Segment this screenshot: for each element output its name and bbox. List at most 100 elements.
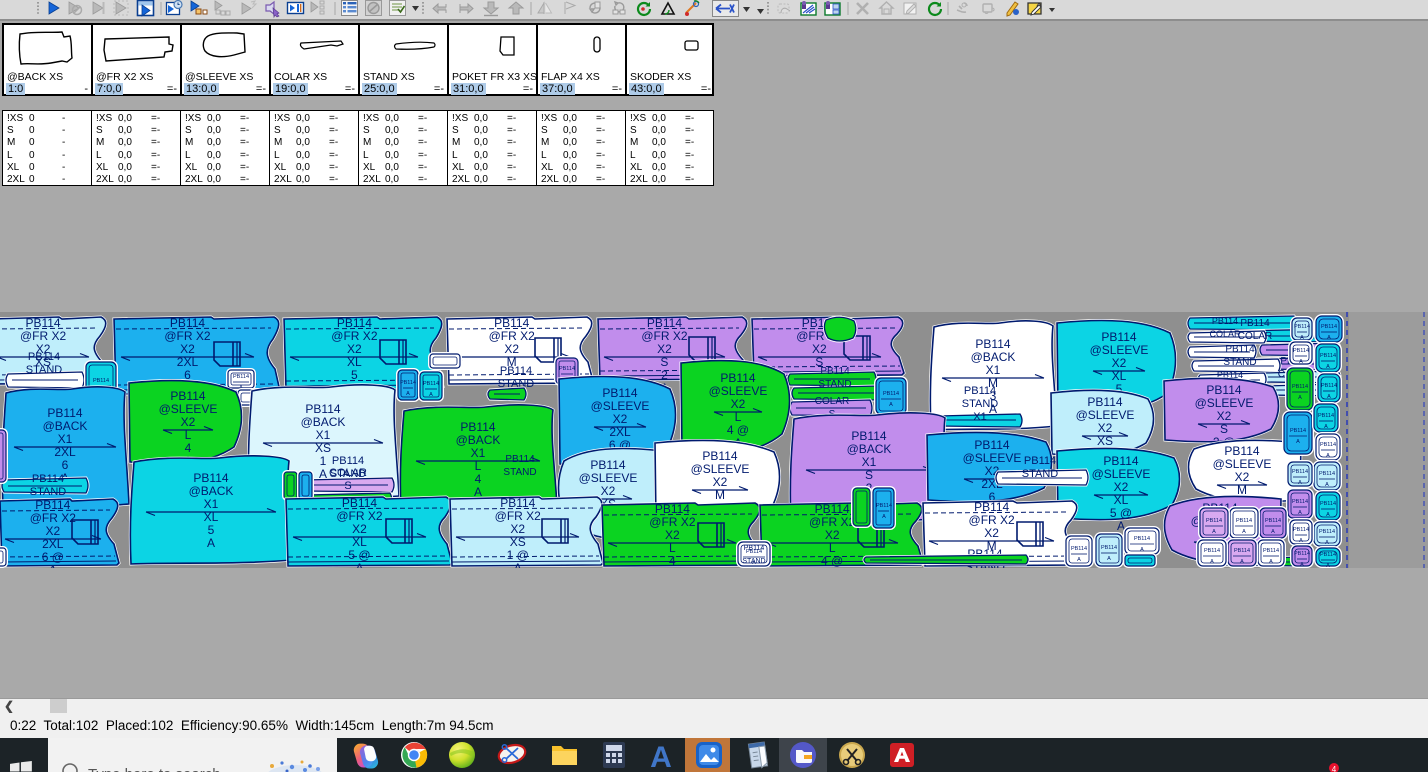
svg-text:A: A <box>1325 540 1329 546</box>
svg-text:@BACK: @BACK <box>189 484 234 498</box>
svg-text:X1: X1 <box>316 428 331 442</box>
svg-text:A: A <box>1240 559 1244 565</box>
svg-text:A: A <box>1271 529 1275 535</box>
svg-text:STAND: STAND <box>1022 468 1059 480</box>
svg-text:M: M <box>1237 483 1247 497</box>
svg-text:4 @: 4 @ <box>727 423 749 437</box>
svg-text:PB114: PB114 <box>851 429 886 443</box>
svg-text:PB114: PB114 <box>494 316 529 330</box>
svg-text:L: L <box>735 410 742 424</box>
svg-text:@SLEEVE: @SLEEVE <box>591 399 650 413</box>
svg-text:4: 4 <box>185 441 192 455</box>
svg-text:A: A <box>355 561 363 568</box>
svg-text:A: A <box>406 391 410 397</box>
svg-text:A: A <box>1210 559 1214 565</box>
svg-text:XL: XL <box>352 535 367 549</box>
svg-text:PB114: PB114 <box>1103 454 1138 468</box>
svg-text:M: M <box>715 488 725 502</box>
svg-text:PB114: PB114 <box>1319 529 1335 535</box>
svg-text:XL: XL <box>1114 493 1129 507</box>
svg-text:PB114: PB114 <box>1293 527 1309 533</box>
svg-text:A: A <box>1327 394 1331 400</box>
svg-text:PB114: PB114 <box>815 502 850 516</box>
svg-text:PB114: PB114 <box>93 378 109 384</box>
svg-text:XL: XL <box>1112 369 1127 383</box>
svg-text:@BACK: @BACK <box>301 415 346 429</box>
svg-text:PB114: PB114 <box>964 385 996 397</box>
svg-text:XS: XS <box>315 441 331 455</box>
svg-text:PB114: PB114 <box>1101 330 1136 344</box>
svg-text:A: A <box>207 536 215 550</box>
svg-text:2XL: 2XL <box>54 445 76 459</box>
svg-text:PB114: PB114 <box>337 316 372 330</box>
svg-text:X1: X1 <box>58 432 73 446</box>
svg-text:PB114: PB114 <box>1320 552 1336 558</box>
svg-text:PB114: PB114 <box>170 316 205 330</box>
svg-text:X2: X2 <box>1114 480 1129 494</box>
svg-text:PB114: PB114 <box>25 316 60 330</box>
svg-text:PB114: PB114 <box>1292 384 1308 390</box>
svg-text:@FR X2: @FR X2 <box>164 329 211 343</box>
svg-text:STAND: STAND <box>26 364 63 376</box>
svg-text:4: 4 <box>475 472 482 486</box>
svg-text:A: A <box>1298 395 1302 401</box>
svg-text:X1: X1 <box>973 411 986 423</box>
svg-text:@FR X2: @FR X2 <box>336 509 383 523</box>
svg-text:PB114: PB114 <box>35 498 70 512</box>
svg-text:L: L <box>185 428 192 442</box>
svg-text:PB114: PB114 <box>1292 499 1308 505</box>
svg-text:PB114: PB114 <box>1263 548 1279 554</box>
svg-text:@SLEEVE: @SLEEVE <box>159 402 218 416</box>
svg-text:PB114: PB114 <box>460 420 495 434</box>
svg-text:L: L <box>475 459 482 473</box>
svg-text:A: A <box>1077 557 1081 563</box>
svg-text:@FR X2: @FR X2 <box>331 329 378 343</box>
svg-text:5 @: 5 @ <box>348 548 370 562</box>
svg-text:A: A <box>1326 563 1330 568</box>
svg-text:PB114: PB114 <box>974 438 1009 452</box>
svg-text:4 @: 4 @ <box>821 554 843 568</box>
svg-text:STAND: STAND <box>1223 357 1256 368</box>
svg-text:X2: X2 <box>657 342 672 356</box>
svg-text:A: A <box>1242 529 1246 535</box>
svg-text:PB114: PB114 <box>1294 551 1310 557</box>
svg-text:@BACK: @BACK <box>847 442 892 456</box>
svg-text:A: A <box>514 561 522 568</box>
svg-text:A: A <box>1107 556 1111 562</box>
svg-text:PB114: PB114 <box>305 402 340 416</box>
svg-text:PB114: PB114 <box>1206 383 1241 397</box>
svg-text:STAND: STAND <box>503 467 536 478</box>
svg-text:@FR X2: @FR X2 <box>30 511 77 525</box>
svg-text:@FR X2: @FR X2 <box>495 509 542 523</box>
svg-text:PB114: PB114 <box>1290 428 1306 434</box>
svg-text:PB114: PB114 <box>1240 318 1270 329</box>
svg-text:X2: X2 <box>504 342 519 356</box>
svg-text:A: A <box>1300 562 1304 568</box>
svg-text:6 @: 6 @ <box>42 550 64 564</box>
svg-text:STAND: STAND <box>742 558 765 565</box>
svg-text:@FR X2: @FR X2 <box>809 515 856 529</box>
svg-text:PB114: PB114 <box>1320 442 1336 448</box>
svg-text:5: 5 <box>208 523 215 537</box>
svg-text:@BACK: @BACK <box>971 350 1016 364</box>
svg-text:PB114: PB114 <box>1321 383 1337 389</box>
svg-text:X2: X2 <box>713 475 728 489</box>
svg-text:4: 4 <box>669 554 676 568</box>
svg-text:PB114: PB114 <box>28 351 60 363</box>
svg-text:A: A <box>1326 453 1330 459</box>
svg-text:PB114: PB114 <box>233 374 249 380</box>
svg-text:PB114: PB114 <box>1087 395 1122 409</box>
svg-text:@FR X2: @FR X2 <box>20 329 67 343</box>
svg-text:S: S <box>865 468 873 482</box>
svg-text:PB114: PB114 <box>47 406 82 420</box>
svg-text:X2: X2 <box>1112 356 1127 370</box>
svg-text:PB114: PB114 <box>647 316 682 330</box>
svg-text:2XL: 2XL <box>177 355 199 369</box>
svg-text:PB114: PB114 <box>974 500 1009 514</box>
svg-text:PB114: PB114 <box>1071 546 1087 552</box>
svg-text:X2: X2 <box>984 526 999 540</box>
svg-text:A: A <box>1326 512 1330 518</box>
svg-text:X2: X2 <box>1235 470 1250 484</box>
svg-text:PB114: PB114 <box>1292 469 1308 475</box>
svg-text:PB114: PB114 <box>500 365 532 377</box>
